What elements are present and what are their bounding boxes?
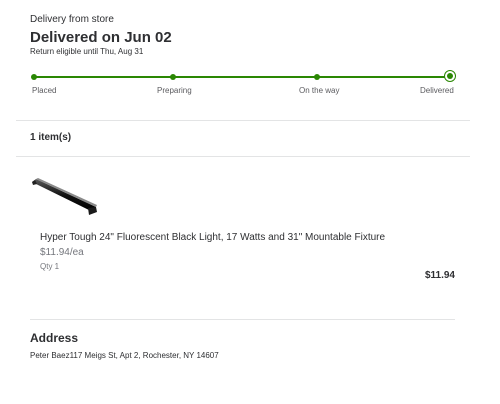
address-title: Address xyxy=(30,331,79,345)
address-text: Peter Baez117 Meigs St, Apt 2, Rochester… xyxy=(30,351,219,360)
product-quantity: Qty 1 xyxy=(40,262,60,271)
product-name-link[interactable]: Hyper Tough 24" Fluorescent Black Light,… xyxy=(40,232,385,243)
items-count: 1 item(s) xyxy=(30,132,72,143)
tracker-line xyxy=(34,76,450,78)
step-label-on-the-way: On the way xyxy=(299,86,340,95)
return-eligibility-note: Return eligible until Thu, Aug 31 xyxy=(30,47,144,56)
tracker-dot-preparing xyxy=(169,74,176,80)
order-status-title: Delivered on Jun 02 xyxy=(30,29,172,46)
black-light-fixture-icon xyxy=(32,178,97,215)
divider xyxy=(16,156,470,157)
divider xyxy=(30,319,455,320)
tracker-dot-delivered xyxy=(444,70,456,82)
black-light-fixture-image[interactable] xyxy=(30,176,100,218)
step-label-preparing: Preparing xyxy=(157,86,192,95)
step-label-placed: Placed xyxy=(32,86,57,95)
order-progress-tracker xyxy=(31,70,456,82)
tracker-dot-placed xyxy=(31,74,37,80)
delivery-mode: Delivery from store xyxy=(30,14,114,25)
product-total-price: $11.94 xyxy=(424,270,455,281)
product-unit-price: $11.94/ea xyxy=(40,247,84,258)
step-label-delivered: Delivered xyxy=(420,86,454,95)
divider xyxy=(16,120,470,121)
tracker-dot-on-the-way xyxy=(313,74,320,80)
